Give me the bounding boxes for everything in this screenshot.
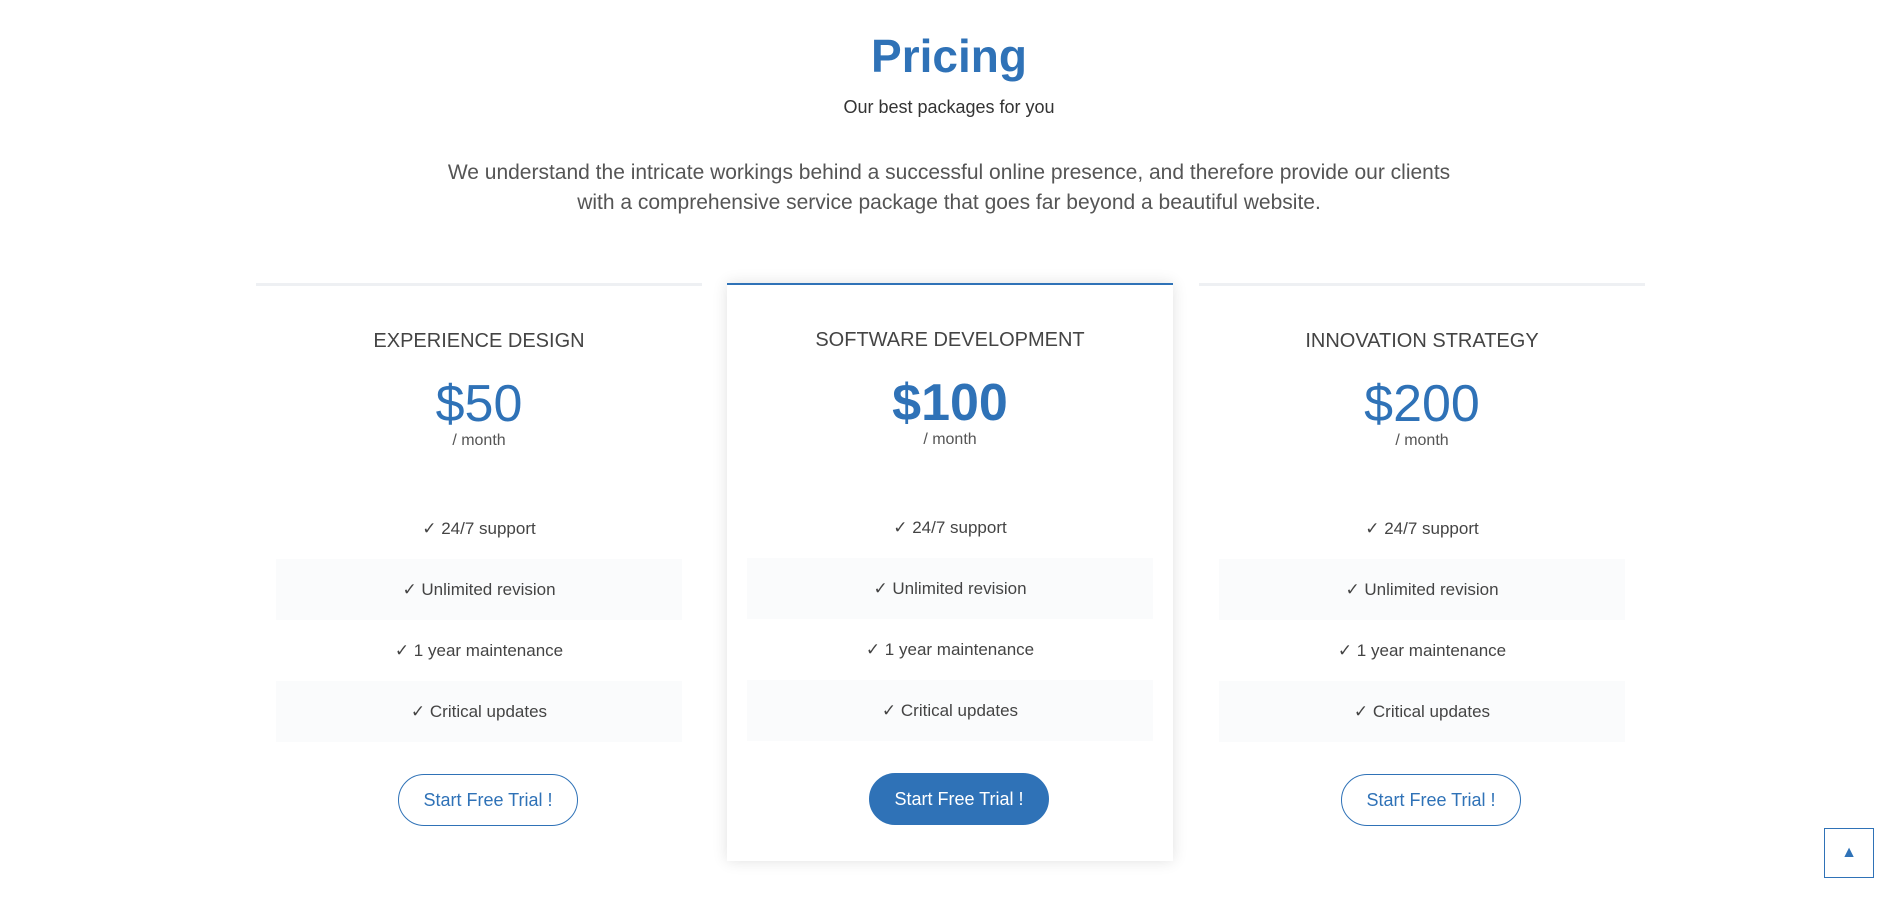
plan-price: $50 xyxy=(435,375,523,433)
feature-list: ✓ 24/7 support ✓ Unlimited revision ✓ 1 … xyxy=(276,498,682,742)
page-title: Pricing xyxy=(871,30,1027,82)
feature-item: ✓ Critical updates xyxy=(747,680,1153,741)
plan-name: EXPERIENCE DESIGN xyxy=(373,330,585,352)
start-free-trial-button[interactable]: Start Free Trial ! xyxy=(398,774,578,826)
feature-item: ✓ 24/7 support xyxy=(1365,519,1479,538)
feature-item: ✓ 24/7 support xyxy=(422,519,536,538)
feature-item: ✓ Unlimited revision xyxy=(1219,559,1625,620)
plan-name: SOFTWARE DEVELOPMENT xyxy=(815,329,1085,351)
pricing-card-software-development: SOFTWARE DEVELOPMENT $100 / month ✓ 24/7… xyxy=(727,283,1173,861)
plan-period: / month xyxy=(1395,432,1449,449)
feature-item: ✓ 1 year maintenance xyxy=(1337,641,1507,660)
arrow-up-icon: ▲ xyxy=(1841,844,1857,861)
plan-price: $200 xyxy=(1364,375,1480,433)
intro-text: We understand the intricate workings beh… xyxy=(447,161,1451,214)
feature-item: ✓ Critical updates xyxy=(276,681,682,742)
start-free-trial-button[interactable]: Start Free Trial ! xyxy=(869,773,1049,825)
feature-list: ✓ 24/7 support ✓ Unlimited revision ✓ 1 … xyxy=(1219,498,1625,742)
plan-price: $100 xyxy=(892,374,1008,432)
start-free-trial-button[interactable]: Start Free Trial ! xyxy=(1341,774,1521,826)
page-subtitle: Our best packages for you xyxy=(843,97,1055,117)
feature-item: ✓ 1 year maintenance xyxy=(865,640,1035,659)
plan-period: / month xyxy=(452,432,506,449)
feature-item: ✓ Unlimited revision xyxy=(276,559,682,620)
scroll-to-top-button[interactable]: ▲ xyxy=(1824,828,1874,878)
pricing-card-innovation-strategy: INNOVATION STRATEGY $200 / month ✓ 24/7 … xyxy=(1199,283,1645,858)
plan-period: / month xyxy=(923,431,977,448)
feature-item: ✓ Critical updates xyxy=(1219,681,1625,742)
plan-name: INNOVATION STRATEGY xyxy=(1305,330,1539,352)
feature-item: ✓ 24/7 support xyxy=(893,518,1007,537)
pricing-page: Pricing Our best packages for you We und… xyxy=(0,0,1898,902)
pricing-card-experience-design: EXPERIENCE DESIGN $50 / month ✓ 24/7 sup… xyxy=(256,283,702,858)
feature-item: ✓ 1 year maintenance xyxy=(394,641,564,660)
feature-item: ✓ Unlimited revision xyxy=(747,558,1153,619)
feature-list: ✓ 24/7 support ✓ Unlimited revision ✓ 1 … xyxy=(747,497,1153,741)
